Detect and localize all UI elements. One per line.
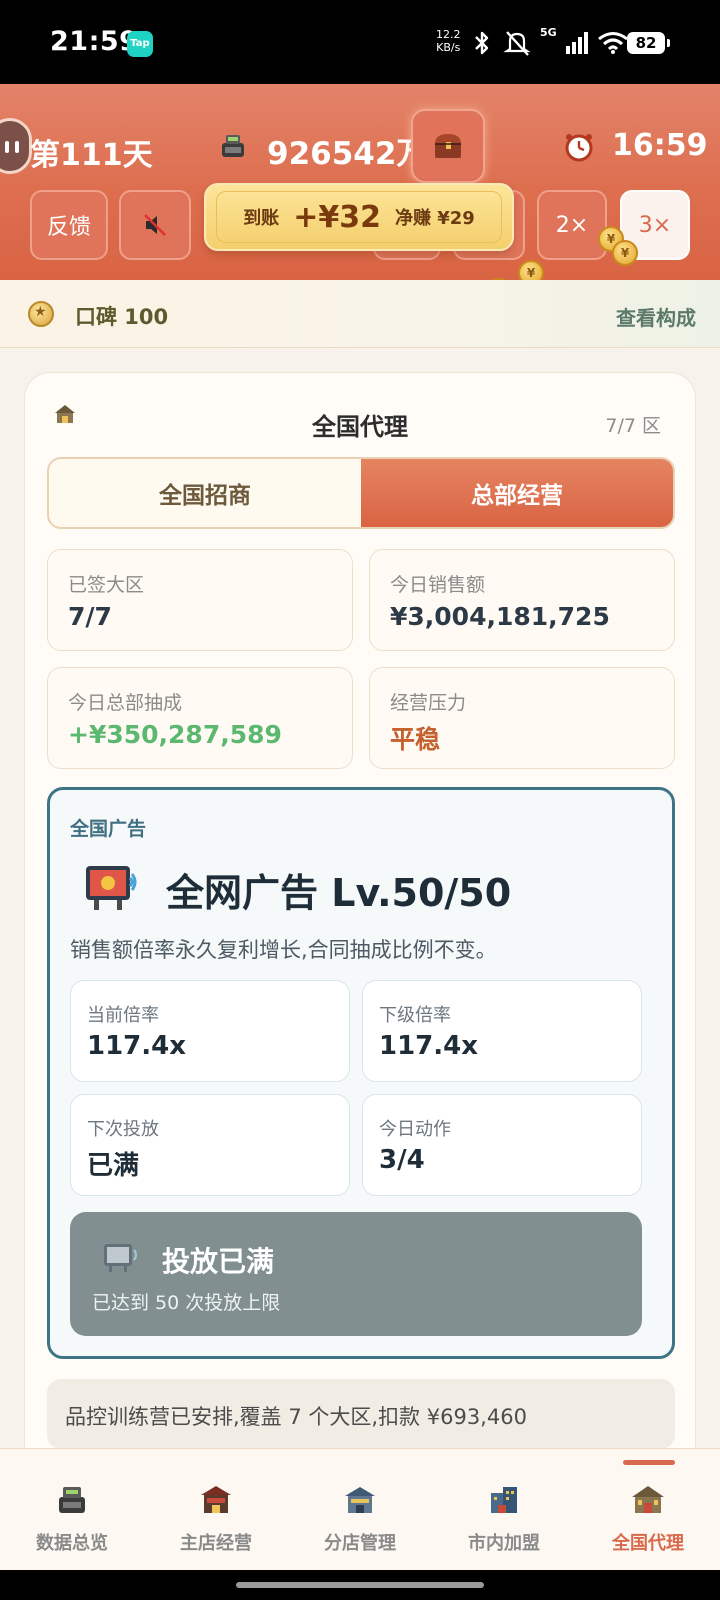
- stat-value: 平稳: [390, 725, 441, 754]
- signal-5g-label: 5G: [540, 26, 557, 39]
- stat-label: 已签大区: [68, 574, 145, 596]
- national-agency-panel: 全国代理 7/7 区 全国招商 总部经营 已签大区 7/7 今日销售额 ¥3,0…: [24, 372, 696, 1472]
- alarm-clock-icon: [565, 134, 593, 162]
- ad-stat-next-multiplier: 下级倍率 117.4x: [362, 980, 642, 1082]
- cash-register-icon: [222, 135, 244, 157]
- panel-tabs: 全国招商 总部经营: [47, 457, 675, 529]
- nav-label: 市内加盟: [468, 1533, 540, 1554]
- nav-active-indicator: [623, 1460, 675, 1465]
- game-clock: 16:59: [612, 128, 708, 163]
- cash-register-icon: [59, 1487, 85, 1513]
- treasure-chest-button[interactable]: [411, 109, 485, 183]
- nav-label: 全国代理: [612, 1533, 684, 1554]
- income-toast-body: 到账 +¥32 净赚 ¥29: [216, 191, 502, 243]
- region-count: 7/7 区: [605, 415, 661, 437]
- stat-value: 3/4: [379, 1145, 425, 1175]
- reputation-medal-icon: [28, 301, 54, 327]
- mute-bell-icon: [503, 31, 531, 56]
- event-notice: 品控训练营已安排,覆盖 7 个大区,扣款 ¥693,460: [47, 1379, 675, 1449]
- taptap-app-icon: Tap: [127, 31, 153, 57]
- stat-value: ¥3,004,181,725: [390, 602, 610, 631]
- income-toast-net: 净赚 ¥29: [394, 208, 475, 229]
- stat-hq-commission: 今日总部抽成 +¥350,287,589: [47, 667, 353, 769]
- stat-today-sales: 今日销售额 ¥3,004,181,725: [369, 549, 675, 651]
- billboard-tv-icon: [104, 1244, 137, 1272]
- ad-stat-next-placement: 下次投放 已满: [70, 1094, 350, 1196]
- ad-description: 销售额倍率永久复利增长,合同抽成比例不变。: [70, 938, 497, 962]
- income-toast: 到账 +¥32 净赚 ¥29: [204, 183, 514, 251]
- nav-label: 主店经营: [180, 1533, 252, 1554]
- event-notice-text: 品控训练营已安排,覆盖 7 个大区,扣款 ¥693,460: [65, 1405, 527, 1429]
- nav-label: 分店管理: [324, 1533, 396, 1554]
- ad-section-label: 全国广告: [70, 818, 147, 840]
- stat-value: 已满: [87, 1151, 140, 1181]
- nav-label: 数据总览: [36, 1533, 108, 1554]
- nav-item-branch[interactable]: 分店管理: [288, 1449, 432, 1571]
- gesture-home-bar[interactable]: [0, 1570, 720, 1600]
- ad-level-title: 全网广告 Lv.50/50: [166, 871, 512, 915]
- income-toast-label: 到账: [243, 208, 280, 229]
- stat-label: 当前倍率: [87, 1005, 159, 1026]
- nav-item-overview[interactable]: 数据总览: [0, 1449, 144, 1571]
- nav-item-main-store[interactable]: 主店经营: [144, 1449, 288, 1571]
- stat-operation-pressure: 经营压力 平稳: [369, 667, 675, 769]
- city-franchise-icon: [491, 1487, 517, 1513]
- money-counter: 926542万: [267, 136, 428, 172]
- stat-value: 117.4x: [87, 1031, 187, 1061]
- battery-indicator: 82: [627, 32, 670, 54]
- branch-store-icon: [345, 1487, 375, 1513]
- tab-national-recruit[interactable]: 全国招商: [49, 459, 361, 527]
- place-ad-button-sublabel: 已达到 50 次投放上限: [92, 1292, 281, 1314]
- status-bar: 21:59 Tap 12.2 KB/s 5G 82: [0, 0, 720, 84]
- mute-button[interactable]: [119, 190, 191, 260]
- bottom-nav: 数据总览 主店经营 分店管理 市内加盟 全国代理: [0, 1448, 720, 1570]
- status-icons: 5G: [470, 26, 629, 60]
- view-breakdown-link[interactable]: 查看构成: [616, 302, 696, 331]
- nav-item-national-agency[interactable]: 全国代理: [576, 1449, 720, 1571]
- reputation-bar: 口碑 100 查看构成: [0, 280, 720, 348]
- day-counter: 第111天: [30, 138, 153, 173]
- tab-hq-operation[interactable]: 总部经营: [361, 459, 673, 527]
- stat-label: 今日动作: [379, 1119, 451, 1140]
- stat-label: 下次投放: [87, 1119, 159, 1140]
- ad-stat-current-multiplier: 当前倍率 117.4x: [70, 980, 350, 1082]
- income-toast-amount: +¥32: [293, 199, 381, 235]
- stat-label: 经营压力: [390, 692, 467, 714]
- speaker-muted-icon: [144, 214, 166, 236]
- network-speed-unit: KB/s: [436, 41, 461, 54]
- treasure-chest-icon: [435, 134, 461, 158]
- network-speed: 12.2 KB/s: [436, 28, 461, 54]
- stat-label: 今日总部抽成: [68, 692, 183, 714]
- stat-signed-regions: 已签大区 7/7: [47, 549, 353, 651]
- bluetooth-icon: [475, 31, 489, 55]
- pause-avatar-button[interactable]: [0, 118, 32, 174]
- billboard-tv-icon: [86, 866, 137, 910]
- speed-2x-button[interactable]: 2×: [537, 190, 607, 260]
- place-ad-button-label: 投放已满: [162, 1245, 275, 1278]
- stat-label: 今日销售额: [390, 574, 486, 596]
- yen-coin-icon: ¥: [612, 240, 638, 266]
- wifi-icon: [597, 32, 628, 54]
- signal-icon: [565, 32, 588, 54]
- network-speed-value: 12.2: [436, 28, 461, 41]
- main-store-icon: [201, 1486, 231, 1513]
- place-ad-button-disabled[interactable]: 投放已满 已达到 50 次投放上限: [70, 1212, 642, 1336]
- stat-label: 下级倍率: [379, 1005, 451, 1026]
- reputation-score: 口碑 100: [75, 305, 169, 329]
- feedback-button[interactable]: 反馈: [30, 190, 108, 260]
- national-ad-card: 全国广告 全网广告 Lv.50/50 销售额倍率永久复利增长,合同抽成比例不变。…: [47, 787, 675, 1359]
- stat-value: 117.4x: [379, 1031, 479, 1061]
- panel-title: 全国代理: [312, 413, 408, 441]
- nav-item-city-franchise[interactable]: 市内加盟: [432, 1449, 576, 1571]
- national-agency-icon: [632, 1486, 664, 1513]
- stat-value: +¥350,287,589: [68, 720, 282, 749]
- stat-value: 7/7: [68, 602, 112, 631]
- status-time: 21:59: [50, 26, 139, 57]
- ad-stat-today-actions: 今日动作 3/4: [362, 1094, 642, 1196]
